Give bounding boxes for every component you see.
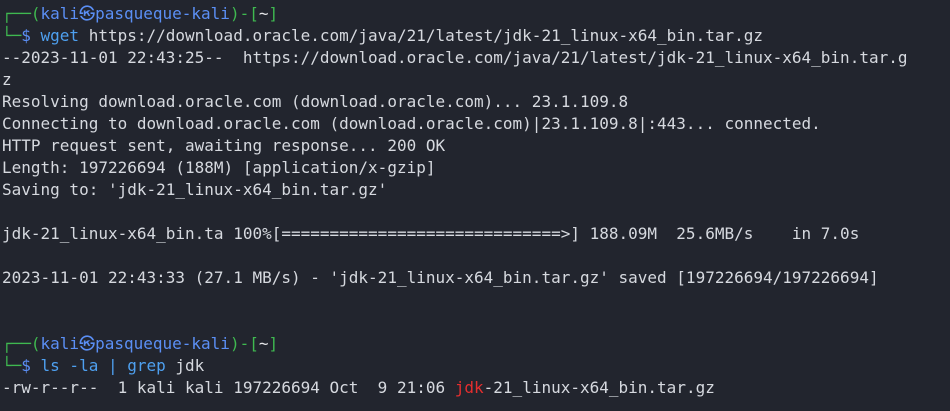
command-args: jdk	[165, 356, 205, 375]
command-line-1: └─$ wget https://download.oracle.com/jav…	[2, 25, 950, 47]
output-line: 2023-11-01 22:43:33 (27.1 MB/s) - 'jdk-2…	[2, 268, 879, 287]
output-line: Saving to: 'jdk-21_linux-x64_bin.tar.gz'	[2, 180, 388, 199]
command-option: -la	[59, 356, 99, 375]
command-args: https://download.oracle.com/java/21/late…	[79, 26, 763, 45]
output-line: HTTP request sent, awaiting response... …	[2, 136, 446, 155]
prompt-frame: ┌──(	[2, 334, 41, 353]
ls-result-line: -rw-r--r-- 1 kali kali 197226694 Oct 9 2…	[2, 377, 950, 399]
prompt-dollar: $	[21, 356, 41, 375]
command-ls: ls	[40, 356, 60, 375]
prompt-line-1: ┌──(kali㉿pasqueque-kali)-[~]	[2, 3, 950, 25]
prompt-user: kali	[40, 4, 80, 23]
prompt-frame: )-[	[229, 4, 259, 23]
prompt-at-symbol: ㉿	[79, 334, 96, 353]
prompt-frame: └─	[2, 26, 22, 45]
output-line: --2023-11-01 22:43:25-- https://download…	[2, 48, 908, 67]
ls-result-suffix: -21_linux-x64_bin.tar.gz	[483, 378, 715, 397]
prompt-frame: )-[	[229, 334, 259, 353]
grep-match-highlight: jdk	[454, 378, 484, 397]
output-line: Length: 197226694 (188M) [application/x-…	[2, 158, 436, 177]
output-line: z	[2, 70, 12, 89]
prompt-frame: ]	[268, 4, 279, 23]
prompt-host: pasqueque-kali	[95, 334, 230, 353]
command-line-2: └─$ ls -la | grep jdk	[2, 355, 950, 377]
prompt-line-2: ┌──(kali㉿pasqueque-kali)-[~]	[2, 333, 950, 355]
progress-line: jdk-21_linux-x64_bin.ta 100%[===========…	[2, 224, 860, 243]
prompt-user: kali	[40, 334, 80, 353]
output-line: Resolving download.oracle.com (download.…	[2, 92, 629, 111]
terminal-window[interactable]: ┌──(kali㉿pasqueque-kali)-[~] └─$ wget ht…	[0, 0, 950, 399]
prompt-frame: └─	[2, 356, 22, 375]
output-line: Connecting to download.oracle.com (downl…	[2, 114, 821, 133]
command-grep: grep	[127, 356, 166, 375]
prompt-frame: ]	[268, 334, 279, 353]
prompt-at-symbol: ㉿	[79, 4, 96, 23]
prompt-frame: ┌──(	[2, 4, 41, 23]
command-name: wget	[40, 26, 80, 45]
command-pipe: |	[98, 356, 128, 375]
prompt-dollar: $	[21, 26, 41, 45]
ls-result-prefix: -rw-r--r-- 1 kali kali 197226694 Oct 9 2…	[2, 378, 455, 397]
prompt-host: pasqueque-kali	[95, 4, 230, 23]
